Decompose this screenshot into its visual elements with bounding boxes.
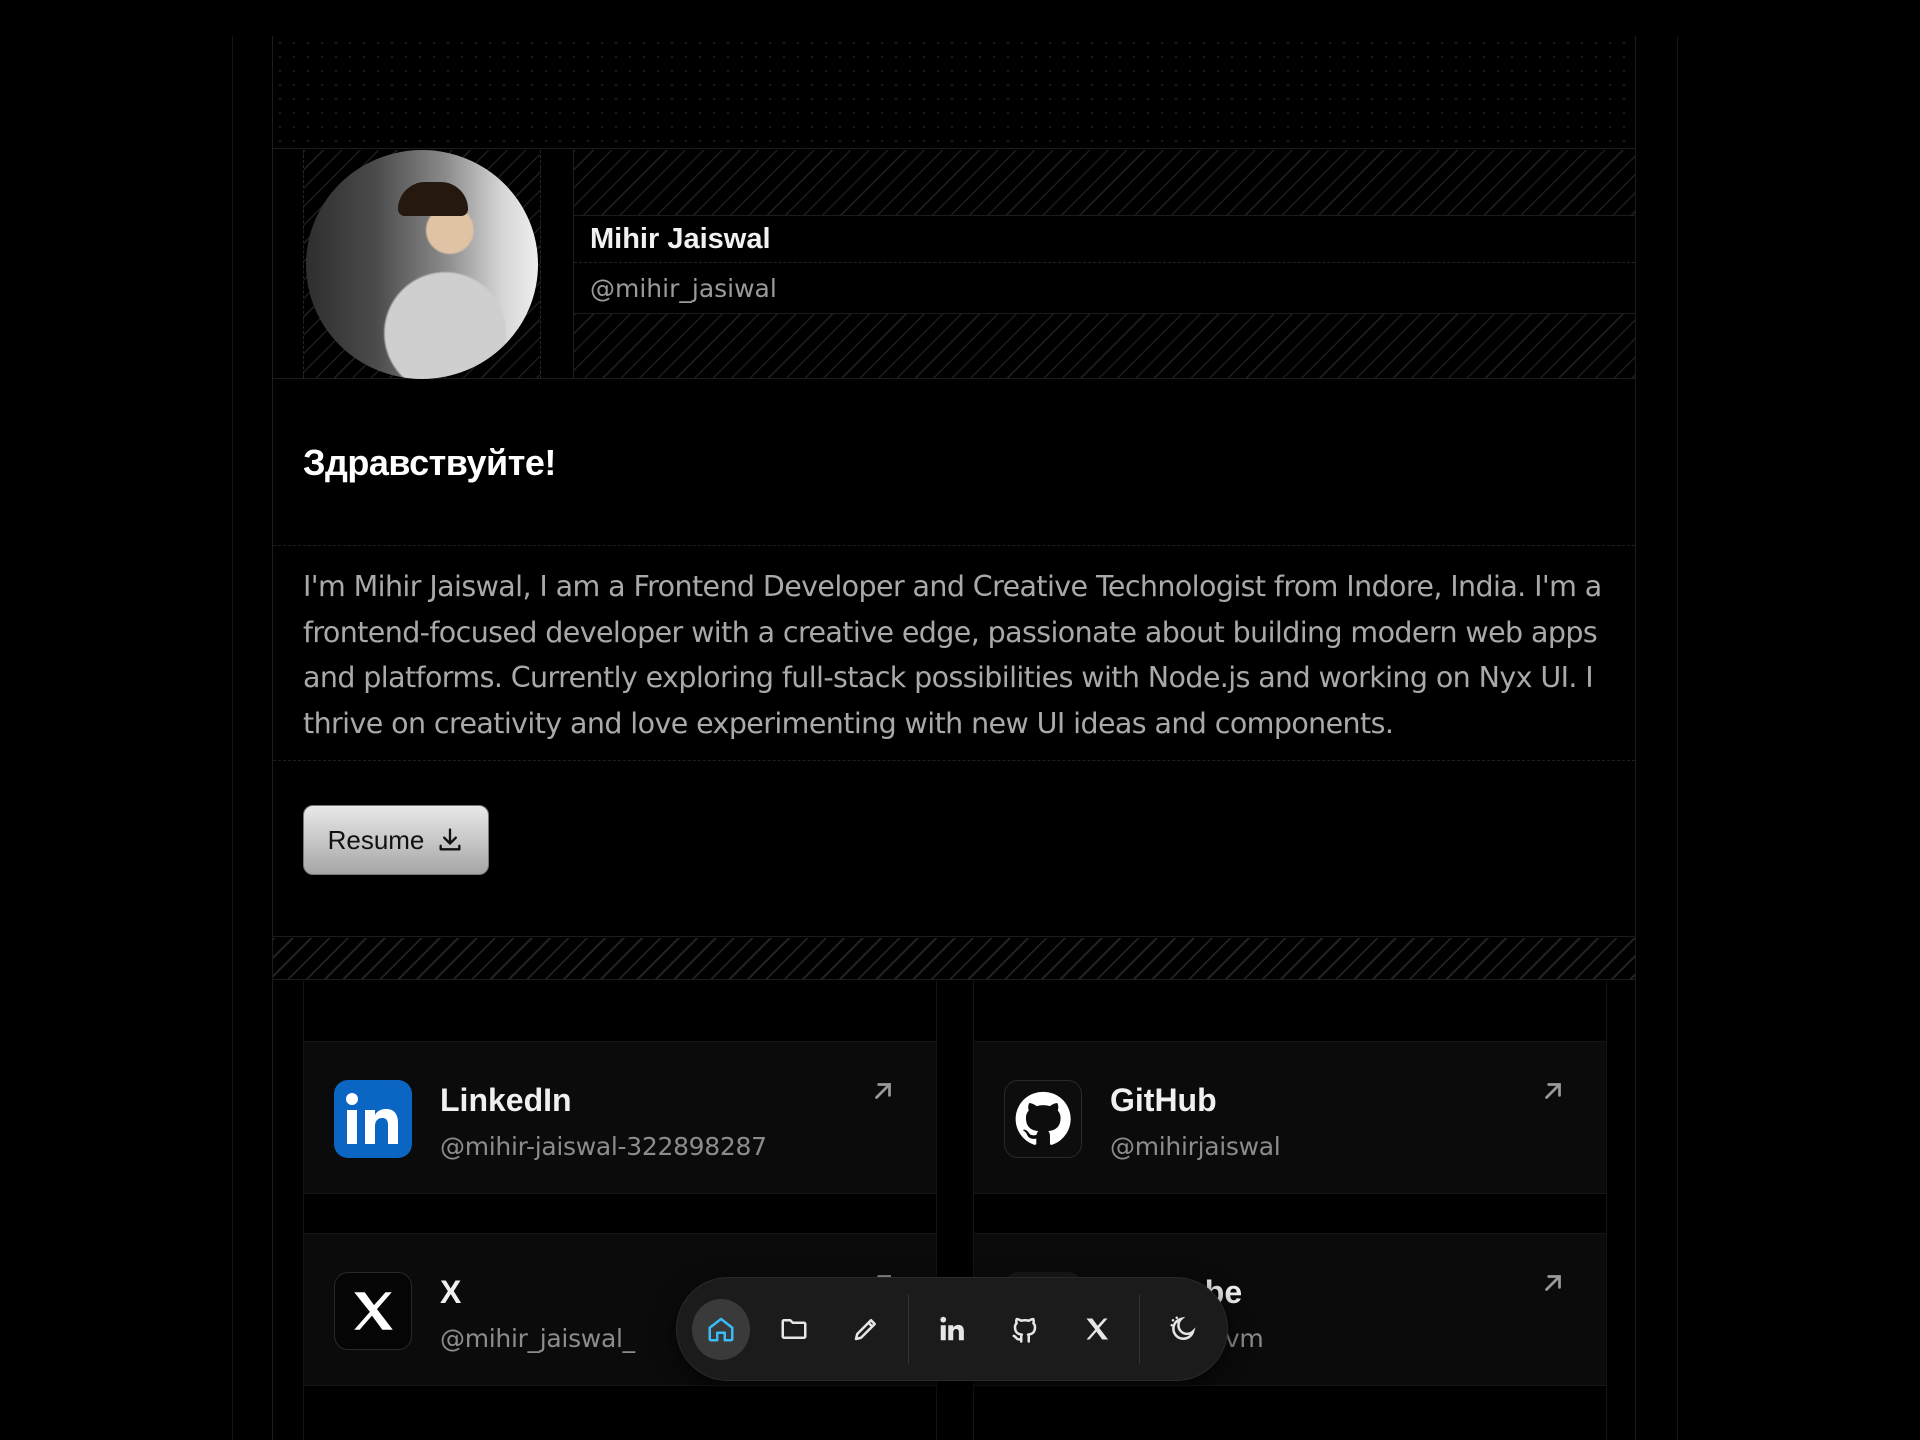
- social-title: LinkedIn: [440, 1082, 572, 1118]
- avatar-frame: [303, 150, 541, 379]
- bottom-dock: [676, 1277, 1228, 1381]
- social-handle: @mihirjaiswal: [1110, 1132, 1281, 1161]
- download-icon: [439, 828, 461, 851]
- dock-linkedin-button[interactable]: [923, 1299, 981, 1360]
- handle-row: @mihir_jasiwal: [574, 263, 1635, 313]
- arrow-up-right-icon: [875, 1083, 891, 1099]
- x-icon: [334, 1272, 412, 1350]
- resume-button[interactable]: Resume: [303, 805, 489, 875]
- social-card-linkedin[interactable]: LinkedIn @mihir-jaiswal-322898287: [304, 1041, 936, 1194]
- dock-theme-toggle[interactable]: [1154, 1299, 1212, 1360]
- bio-text: I'm Mihir Jaiswal, I am a Frontend Devel…: [303, 570, 1602, 740]
- arrow-up-right-icon: [1545, 1275, 1561, 1291]
- social-card-github[interactable]: GitHub @mihirjaiswal: [974, 1041, 1606, 1194]
- hatch-divider: [574, 150, 1635, 216]
- page-container: Mihir Jaiswal @mihir_jasiwal Здравствуйт…: [272, 36, 1636, 1440]
- social-handle: @mihir_jaiswal_: [440, 1324, 635, 1353]
- home-icon: [708, 1317, 734, 1342]
- dock-projects-button[interactable]: [765, 1299, 823, 1360]
- theme-toggle-icon: [1170, 1316, 1196, 1340]
- greeting-row: Здравствуйте!: [273, 380, 1635, 546]
- resume-row: Resume: [273, 762, 1635, 937]
- profile-handle: @mihir_jasiwal: [590, 273, 777, 303]
- social-handle: @mihir-jaiswal-322898287: [440, 1132, 767, 1161]
- bio-section: I'm Mihir Jaiswal, I am a Frontend Devel…: [273, 547, 1635, 761]
- pencil-icon: [855, 1319, 877, 1341]
- dock-home-button[interactable]: [692, 1298, 750, 1360]
- avatar: [306, 150, 538, 379]
- dock-blog-button[interactable]: [837, 1299, 895, 1360]
- linkedin-icon: [940, 1316, 964, 1341]
- greeting-heading: Здравствуйте!: [303, 441, 556, 483]
- name-row: Mihir Jaiswal: [574, 216, 1635, 263]
- github-icon: [1004, 1080, 1082, 1158]
- hatch-divider: [574, 313, 1635, 379]
- github-icon: [1012, 1317, 1036, 1343]
- dot-pattern-band: [273, 36, 1635, 149]
- dock-separator: [1139, 1294, 1141, 1364]
- hatch-band: [273, 938, 1635, 980]
- name-column: Mihir Jaiswal @mihir_jasiwal: [573, 150, 1635, 379]
- social-title: GitHub: [1110, 1082, 1217, 1118]
- resume-label: Resume: [327, 824, 425, 855]
- profile-header: Mihir Jaiswal @mihir_jasiwal: [273, 150, 1635, 379]
- arrow-up-right-icon: [1545, 1083, 1561, 1099]
- social-title: X: [440, 1274, 462, 1310]
- folder-icon: [781, 1319, 807, 1339]
- dock-github-button[interactable]: [996, 1299, 1054, 1360]
- dock-separator: [908, 1294, 910, 1364]
- dock-x-button[interactable]: [1069, 1299, 1127, 1360]
- x-icon: [1086, 1318, 1109, 1340]
- profile-name: Mihir Jaiswal: [590, 222, 771, 255]
- linkedin-icon: [334, 1080, 412, 1158]
